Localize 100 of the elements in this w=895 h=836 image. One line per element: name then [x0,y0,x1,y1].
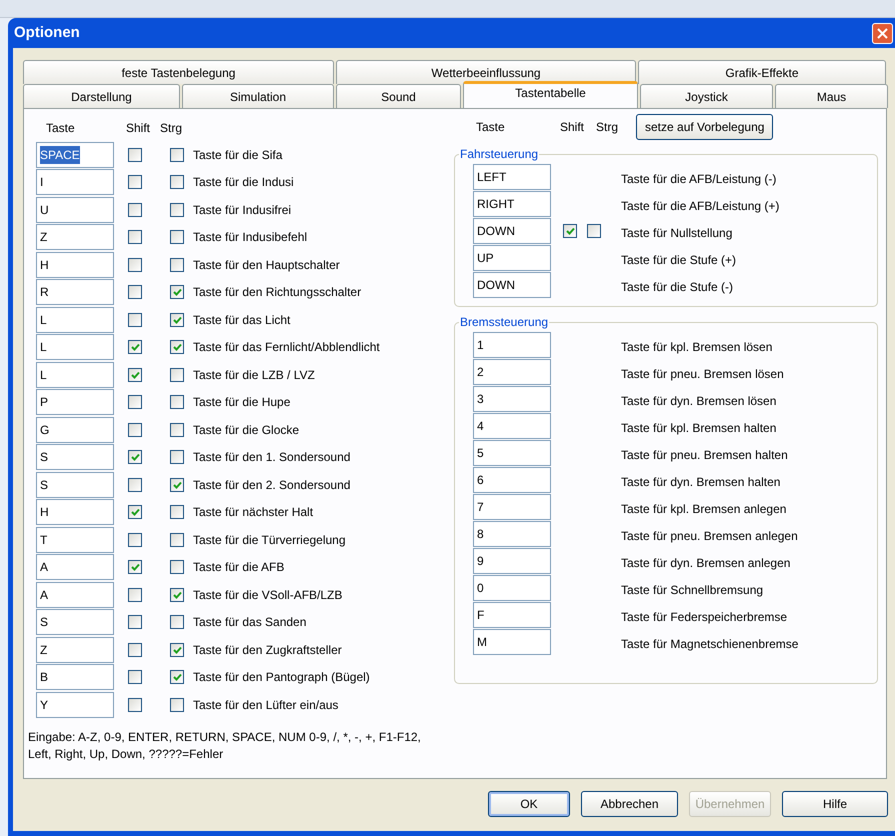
checkbox[interactable] [128,642,142,657]
checkbox[interactable] [170,312,184,327]
checkbox[interactable] [170,450,184,464]
checkbox[interactable] [170,615,184,630]
checkbox[interactable] [170,202,184,217]
key-field[interactable]: RIGHT [473,190,551,216]
checkbox[interactable] [563,224,577,238]
close-button[interactable] [872,22,893,44]
key-label: Taste für Indusibefehl [193,229,308,246]
key-field[interactable]: B [36,664,114,690]
checkbox[interactable] [170,532,184,547]
checkbox[interactable] [128,312,142,327]
key-field[interactable]: L [36,334,114,360]
key-field[interactable]: 0 [473,574,551,600]
key-field[interactable]: M [473,628,551,654]
key-field[interactable]: 9 [473,548,551,574]
checkbox[interactable] [128,285,142,300]
checkbox[interactable] [128,230,142,244]
key-field[interactable]: DOWN [473,218,551,244]
checkbox[interactable] [170,560,184,574]
key-field[interactable]: G [36,416,114,443]
key-field[interactable]: F [473,602,551,628]
checkbox[interactable] [170,230,184,244]
tab[interactable]: Joystick [640,84,773,108]
key-field[interactable]: T [36,526,114,553]
checkbox[interactable] [128,368,142,382]
key-field[interactable]: I [36,169,114,196]
key-field[interactable]: H [36,252,114,278]
key-field[interactable]: S [36,472,114,498]
key-field[interactable]: UP [473,244,551,270]
checkbox[interactable] [170,368,184,382]
checkbox[interactable] [170,642,184,657]
key-field[interactable]: 3 [473,386,551,412]
key-field[interactable]: Z [36,224,114,250]
key-field[interactable]: 8 [473,520,551,546]
checkbox[interactable] [170,588,184,602]
key-field[interactable]: Z [36,636,114,663]
key-label: Taste für den Lüfter ein/aus [193,696,338,714]
key-field[interactable]: 5 [473,440,551,466]
reset-button[interactable]: setze auf Vorbelegung [636,114,774,140]
key-label: Taste für pneu. Bremsen anlegen [621,528,798,544]
checkbox[interactable] [128,148,142,162]
key-field[interactable]: S [36,609,114,636]
checkbox[interactable] [587,224,601,238]
checkbox[interactable] [128,478,142,492]
checkbox[interactable] [128,258,142,272]
checkbox[interactable] [170,698,184,712]
checkbox[interactable] [170,148,184,162]
key-field[interactable]: SPACE [36,142,114,168]
key-field[interactable]: 2 [473,358,551,384]
key-field[interactable]: LEFT [473,164,551,190]
key-field[interactable]: 1 [473,332,551,358]
checkbox[interactable] [128,175,142,190]
tab[interactable]: Grafik-Effekte [638,60,886,84]
checkbox[interactable] [128,422,142,437]
tab[interactable]: Darstellung [23,84,180,108]
tab[interactable]: Tastentabelle [463,81,638,108]
checkbox[interactable] [170,340,184,354]
checkbox[interactable] [128,202,142,217]
checkbox[interactable] [128,615,142,630]
key-field[interactable]: DOWN [473,272,551,298]
key-field[interactable]: S [36,444,114,470]
tab[interactable]: Wetterbeeinflussung [336,60,636,84]
checkbox[interactable] [128,670,142,684]
checkbox[interactable] [170,505,184,520]
checkmark-icon [130,563,140,572]
key-field[interactable]: Y [36,692,114,718]
key-field[interactable]: 7 [473,494,551,520]
checkbox[interactable] [170,670,184,684]
checkbox[interactable] [128,588,142,602]
checkbox[interactable] [128,340,142,354]
checkbox[interactable] [170,175,184,190]
key-field[interactable]: 6 [473,466,551,492]
checkbox[interactable] [128,450,142,464]
checkbox[interactable] [170,258,184,272]
dialog-button[interactable]: OK [488,791,570,817]
key-field[interactable]: 4 [473,412,551,438]
tab[interactable]: feste Tastenbelegung [23,60,334,84]
checkbox[interactable] [170,478,184,492]
checkbox[interactable] [128,505,142,520]
checkbox[interactable] [128,395,142,410]
key-field[interactable]: H [36,499,114,526]
checkbox[interactable] [128,698,142,712]
tab[interactable]: Maus [775,84,888,108]
checkbox[interactable] [170,395,184,410]
key-field[interactable]: L [36,362,114,388]
tab[interactable]: Sound [336,84,461,108]
checkbox[interactable] [170,285,184,300]
checkbox[interactable] [128,560,142,574]
dialog-button[interactable]: Abbrechen [581,791,678,817]
checkbox[interactable] [170,422,184,437]
dialog-button[interactable]: Hilfe [782,791,888,817]
key-field[interactable]: U [36,196,114,223]
key-field[interactable]: A [36,582,114,608]
checkbox[interactable] [128,532,142,547]
key-field[interactable]: L [36,306,114,333]
key-field[interactable]: P [36,389,114,416]
key-field[interactable]: R [36,279,114,306]
tab[interactable]: Simulation [182,84,334,108]
key-field[interactable]: A [36,554,114,580]
